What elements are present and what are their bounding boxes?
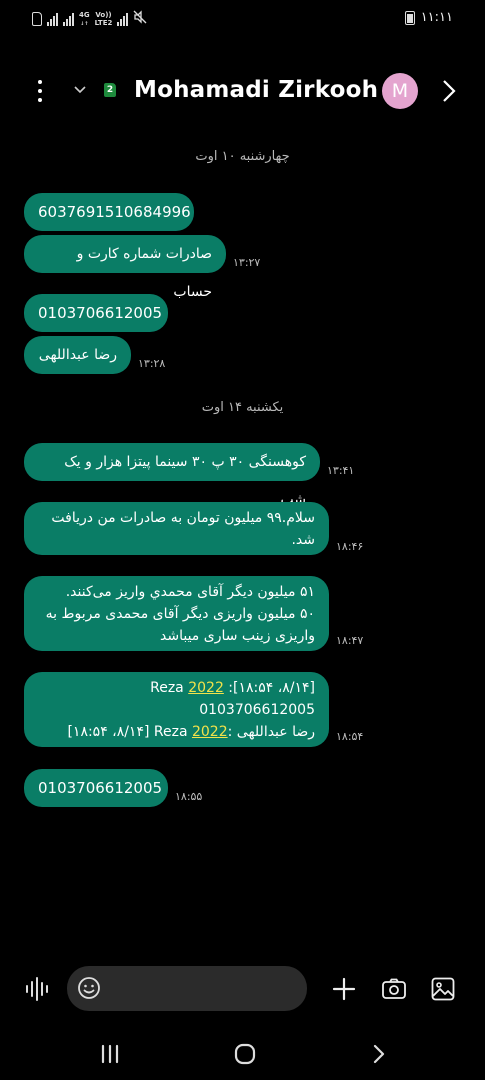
avatar[interactable]: M bbox=[382, 73, 418, 109]
message-line: ۵۱ میلیون دیگر آقای محمدي واریز می‌کنند. bbox=[65, 584, 315, 600]
volte-indicator: Vo)) LTE2 bbox=[94, 11, 113, 27]
battery-icon bbox=[404, 10, 415, 25]
message-bubble[interactable]: 0103706612005 bbox=[24, 769, 168, 807]
message-line: ۵۰ میلیون واریزی دیگر آقای محمدی مربوط ب… bbox=[45, 606, 315, 622]
message-time: ۱۳:۴۱ bbox=[327, 464, 355, 477]
message-bubble[interactable]: کوهسنگی ۳۰ پ ۳۰ سینما پیتزا هزار و یک شب bbox=[24, 443, 320, 508]
message-bubble[interactable]: صادرات شماره کارت و حساب bbox=[24, 235, 226, 300]
message-line: 0103706612005 bbox=[199, 702, 315, 718]
chevron-right-icon[interactable] bbox=[438, 78, 460, 104]
sim-card-icon bbox=[32, 12, 42, 26]
signal-icon bbox=[47, 12, 58, 26]
message-bubble[interactable]: رضا عبداللهی bbox=[24, 336, 131, 374]
date-separator: یکشنبه ۱۴ اوت bbox=[201, 400, 284, 415]
message-time: ۱۸:۵۵ bbox=[175, 790, 203, 803]
plus-icon[interactable] bbox=[331, 976, 357, 1002]
message-line: [۱۸:۵۴ ،۸/۱۴] Reza 2022: رضا عبداللهی bbox=[67, 724, 315, 740]
date-separator: چهارشنبه ۱۰ اوت bbox=[195, 149, 290, 164]
message-time: ۱۳:۲۷ bbox=[233, 256, 261, 269]
emoji-icon[interactable] bbox=[77, 976, 101, 1000]
back-icon[interactable] bbox=[370, 1042, 388, 1066]
message-line: شد. bbox=[291, 532, 315, 548]
camera-icon[interactable] bbox=[381, 977, 407, 1001]
navigation-bar bbox=[0, 1030, 485, 1080]
message-line: واریزی زینب ساری میباشد bbox=[160, 628, 315, 644]
status-left: 4G ↓↑ Vo)) LTE2 bbox=[32, 10, 147, 28]
mute-icon bbox=[133, 10, 147, 28]
message-line: Reza 2022 :[۱۸:۵۴ ،۸/۱۴] bbox=[150, 680, 315, 696]
message-bubble[interactable]: 6037691510684996 bbox=[24, 193, 194, 231]
year-link[interactable]: 2022 bbox=[192, 724, 228, 740]
message-time: ۱۳:۲۸ bbox=[138, 357, 166, 370]
message-time: ۱۸:۴۶ bbox=[336, 540, 364, 553]
year-link[interactable]: 2022 bbox=[188, 680, 224, 696]
message-time: ۱۸:۴۷ bbox=[336, 634, 364, 647]
clock: ۱۱:۱۱ bbox=[420, 10, 453, 25]
chevron-down-icon[interactable] bbox=[72, 82, 88, 98]
message-bubble[interactable]: Reza 2022 :[۱۸:۵۴ ،۸/۱۴] 0103706612005 [… bbox=[24, 672, 329, 747]
message-input[interactable] bbox=[67, 966, 307, 1011]
home-icon[interactable] bbox=[233, 1042, 257, 1066]
message-time: ۱۸:۵۴ bbox=[336, 730, 364, 743]
message-line: سلام.۹۹ میلیون تومان به صادرات من دریافت bbox=[51, 510, 315, 526]
voice-icon[interactable] bbox=[24, 975, 50, 1003]
signal-icon-3 bbox=[117, 12, 129, 26]
sim-badge: 2 bbox=[104, 83, 116, 97]
signal-icon-2 bbox=[63, 12, 74, 26]
message-bubble[interactable]: سلام.۹۹ میلیون تومان به صادرات من دریافت… bbox=[24, 502, 329, 555]
gallery-icon[interactable] bbox=[430, 976, 456, 1002]
status-right: ۱۱:۱۱ bbox=[404, 10, 453, 25]
message-bubble[interactable]: ۵۱ میلیون دیگر آقای محمدي واریز می‌کنند.… bbox=[24, 576, 329, 651]
conversation-header: 2 Mohamadi Zirkooh ... M bbox=[0, 68, 485, 114]
message-bubble[interactable]: 0103706612005 bbox=[24, 294, 168, 332]
status-bar: 4G ↓↑ Vo)) LTE2 ۱۱:۱۱ bbox=[0, 0, 485, 38]
recent-apps-icon[interactable] bbox=[99, 1043, 121, 1065]
contact-name[interactable]: Mohamadi Zirkooh ... bbox=[134, 77, 413, 103]
network-type: 4G ↓↑ bbox=[79, 10, 90, 27]
more-options-icon[interactable] bbox=[30, 78, 50, 104]
